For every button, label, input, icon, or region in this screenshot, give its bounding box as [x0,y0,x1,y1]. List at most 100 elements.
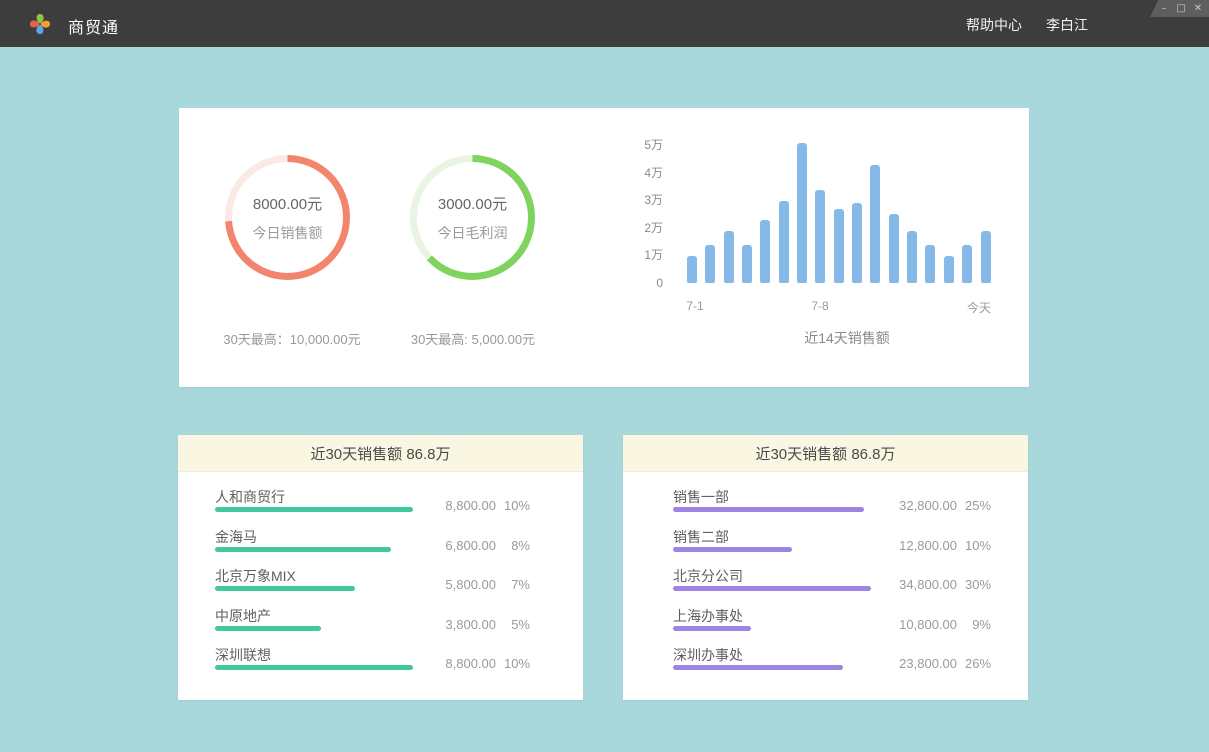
chart-bar [797,143,807,283]
row-bar [215,547,391,552]
row-bar [673,665,843,670]
y-axis-tick: 5万 [599,138,663,152]
table-row: 金海马 6,800.00 8% [178,525,583,565]
chart-bar [834,209,844,283]
chart-bar [907,231,917,283]
row-percent: 9% [965,617,991,632]
row-values: 8,800.00 10% [445,498,530,513]
x-axis-tick-mid: 7-8 [811,299,828,313]
row-bar [215,586,355,591]
department-sales-card-title: 近30天销售额 86.8万 [623,435,1028,472]
row-bar [215,626,321,631]
summary-card: 8000.00元 今日销售额 30天最高：10,000.00元 3000.00元… [179,108,1029,387]
today-sales-label: 今日销售额 [253,223,323,243]
chart-bar [870,165,880,283]
titlebar-nav: 帮助中心 李白江 [966,15,1088,35]
row-percent: 10% [965,538,991,553]
maximize-button[interactable]: □ [1176,4,1186,14]
user-menu[interactable]: 李白江 [1046,15,1088,35]
row-percent: 26% [965,656,991,671]
row-bar [673,626,751,631]
chart-bar [742,245,752,284]
table-row: 北京万象MIX 5,800.00 7% [178,564,583,604]
row-percent: 8% [504,538,530,553]
row-value: 12,800.00 [899,538,957,553]
chart-bar [944,256,954,284]
today-sales-gauge: 8000.00元 今日销售额 [225,155,350,280]
row-percent: 10% [504,656,530,671]
row-percent: 5% [504,617,530,632]
customer-sales-rows: 人和商贸行 8,800.00 10% 金海马 6,800.00 8% 北京万象M… [178,485,583,683]
customer-sales-card-title: 近30天销售额 86.8万 [178,435,583,472]
table-row: 中原地产 3,800.00 5% [178,604,583,644]
department-sales-rows: 销售一部 32,800.00 25% 销售二部 12,800.00 10% 北京… [623,485,1028,683]
today-profit-30day-max: 30天最高: 5,000.00元 [343,329,603,348]
x-axis-tick-first: 7-1 [686,299,703,313]
chart-bar [889,214,899,283]
row-value: 23,800.00 [899,656,957,671]
chart-bar [981,231,991,283]
title-bar: 商贸通 帮助中心 李白江 – □ ✕ [0,0,1209,47]
table-row: 深圳办事处 23,800.00 26% [623,643,1028,683]
table-row: 人和商贸行 8,800.00 10% [178,485,583,525]
chart-bar [925,245,935,284]
table-row: 深圳联想 8,800.00 10% [178,643,583,683]
row-values: 23,800.00 26% [899,656,991,671]
row-bar [673,586,871,591]
table-row: 北京分公司 34,800.00 30% [623,564,1028,604]
row-bar [673,547,792,552]
row-values: 8,800.00 10% [445,656,530,671]
row-value: 32,800.00 [899,498,957,513]
row-percent: 30% [965,577,991,592]
chart-bar [962,245,972,284]
x-axis-tick-today: 今天 [967,299,991,316]
row-values: 34,800.00 30% [899,577,991,592]
table-row: 销售一部 32,800.00 25% [623,485,1028,525]
row-percent: 25% [965,498,991,513]
chart-bar [705,245,715,284]
row-value: 3,800.00 [445,617,496,632]
chart-bar [815,190,825,284]
row-bar [215,665,413,670]
chart-bar [760,220,770,283]
sales-bar-chart [687,143,999,283]
table-row: 销售二部 12,800.00 10% [623,525,1028,565]
chart-bar [724,231,734,283]
y-axis-tick: 2万 [599,221,663,235]
window-controls: – □ ✕ [1150,0,1209,17]
row-value: 10,800.00 [899,617,957,632]
department-sales-card: 近30天销售额 86.8万 销售一部 32,800.00 25% 销售二部 12… [623,435,1028,700]
row-values: 10,800.00 9% [899,617,991,632]
row-value: 5,800.00 [445,577,496,592]
row-bar [673,507,864,512]
customer-sales-card: 近30天销售额 86.8万 人和商贸行 8,800.00 10% 金海马 6,8… [178,435,583,700]
chart-bar [779,201,789,284]
chart-title: 近14天销售额 [804,328,890,348]
chart-bar [852,203,862,283]
y-axis-tick: 0 [599,276,663,290]
minimize-button[interactable]: – [1159,4,1169,14]
row-value: 34,800.00 [899,577,957,592]
app-logo-icon [28,12,52,36]
row-value: 6,800.00 [445,538,496,553]
today-profit-value: 3000.00元 [438,193,507,214]
app-title: 商贸通 [68,14,119,38]
chart-bar [687,256,697,284]
help-center-link[interactable]: 帮助中心 [966,15,1022,35]
row-values: 12,800.00 10% [899,538,991,553]
row-value: 8,800.00 [445,656,496,671]
y-axis-tick: 4万 [599,166,663,180]
row-bar [215,507,413,512]
row-values: 5,800.00 7% [445,577,530,592]
y-axis-tick: 3万 [599,193,663,207]
table-row: 上海办事处 10,800.00 9% [623,604,1028,644]
today-profit-label: 今日毛利润 [438,223,508,243]
row-values: 6,800.00 8% [445,538,530,553]
today-profit-gauge: 3000.00元 今日毛利润 [410,155,535,280]
row-percent: 10% [504,498,530,513]
row-value: 8,800.00 [445,498,496,513]
row-values: 32,800.00 25% [899,498,991,513]
close-button[interactable]: ✕ [1193,4,1203,14]
today-sales-value: 8000.00元 [253,193,322,214]
row-percent: 7% [504,577,530,592]
